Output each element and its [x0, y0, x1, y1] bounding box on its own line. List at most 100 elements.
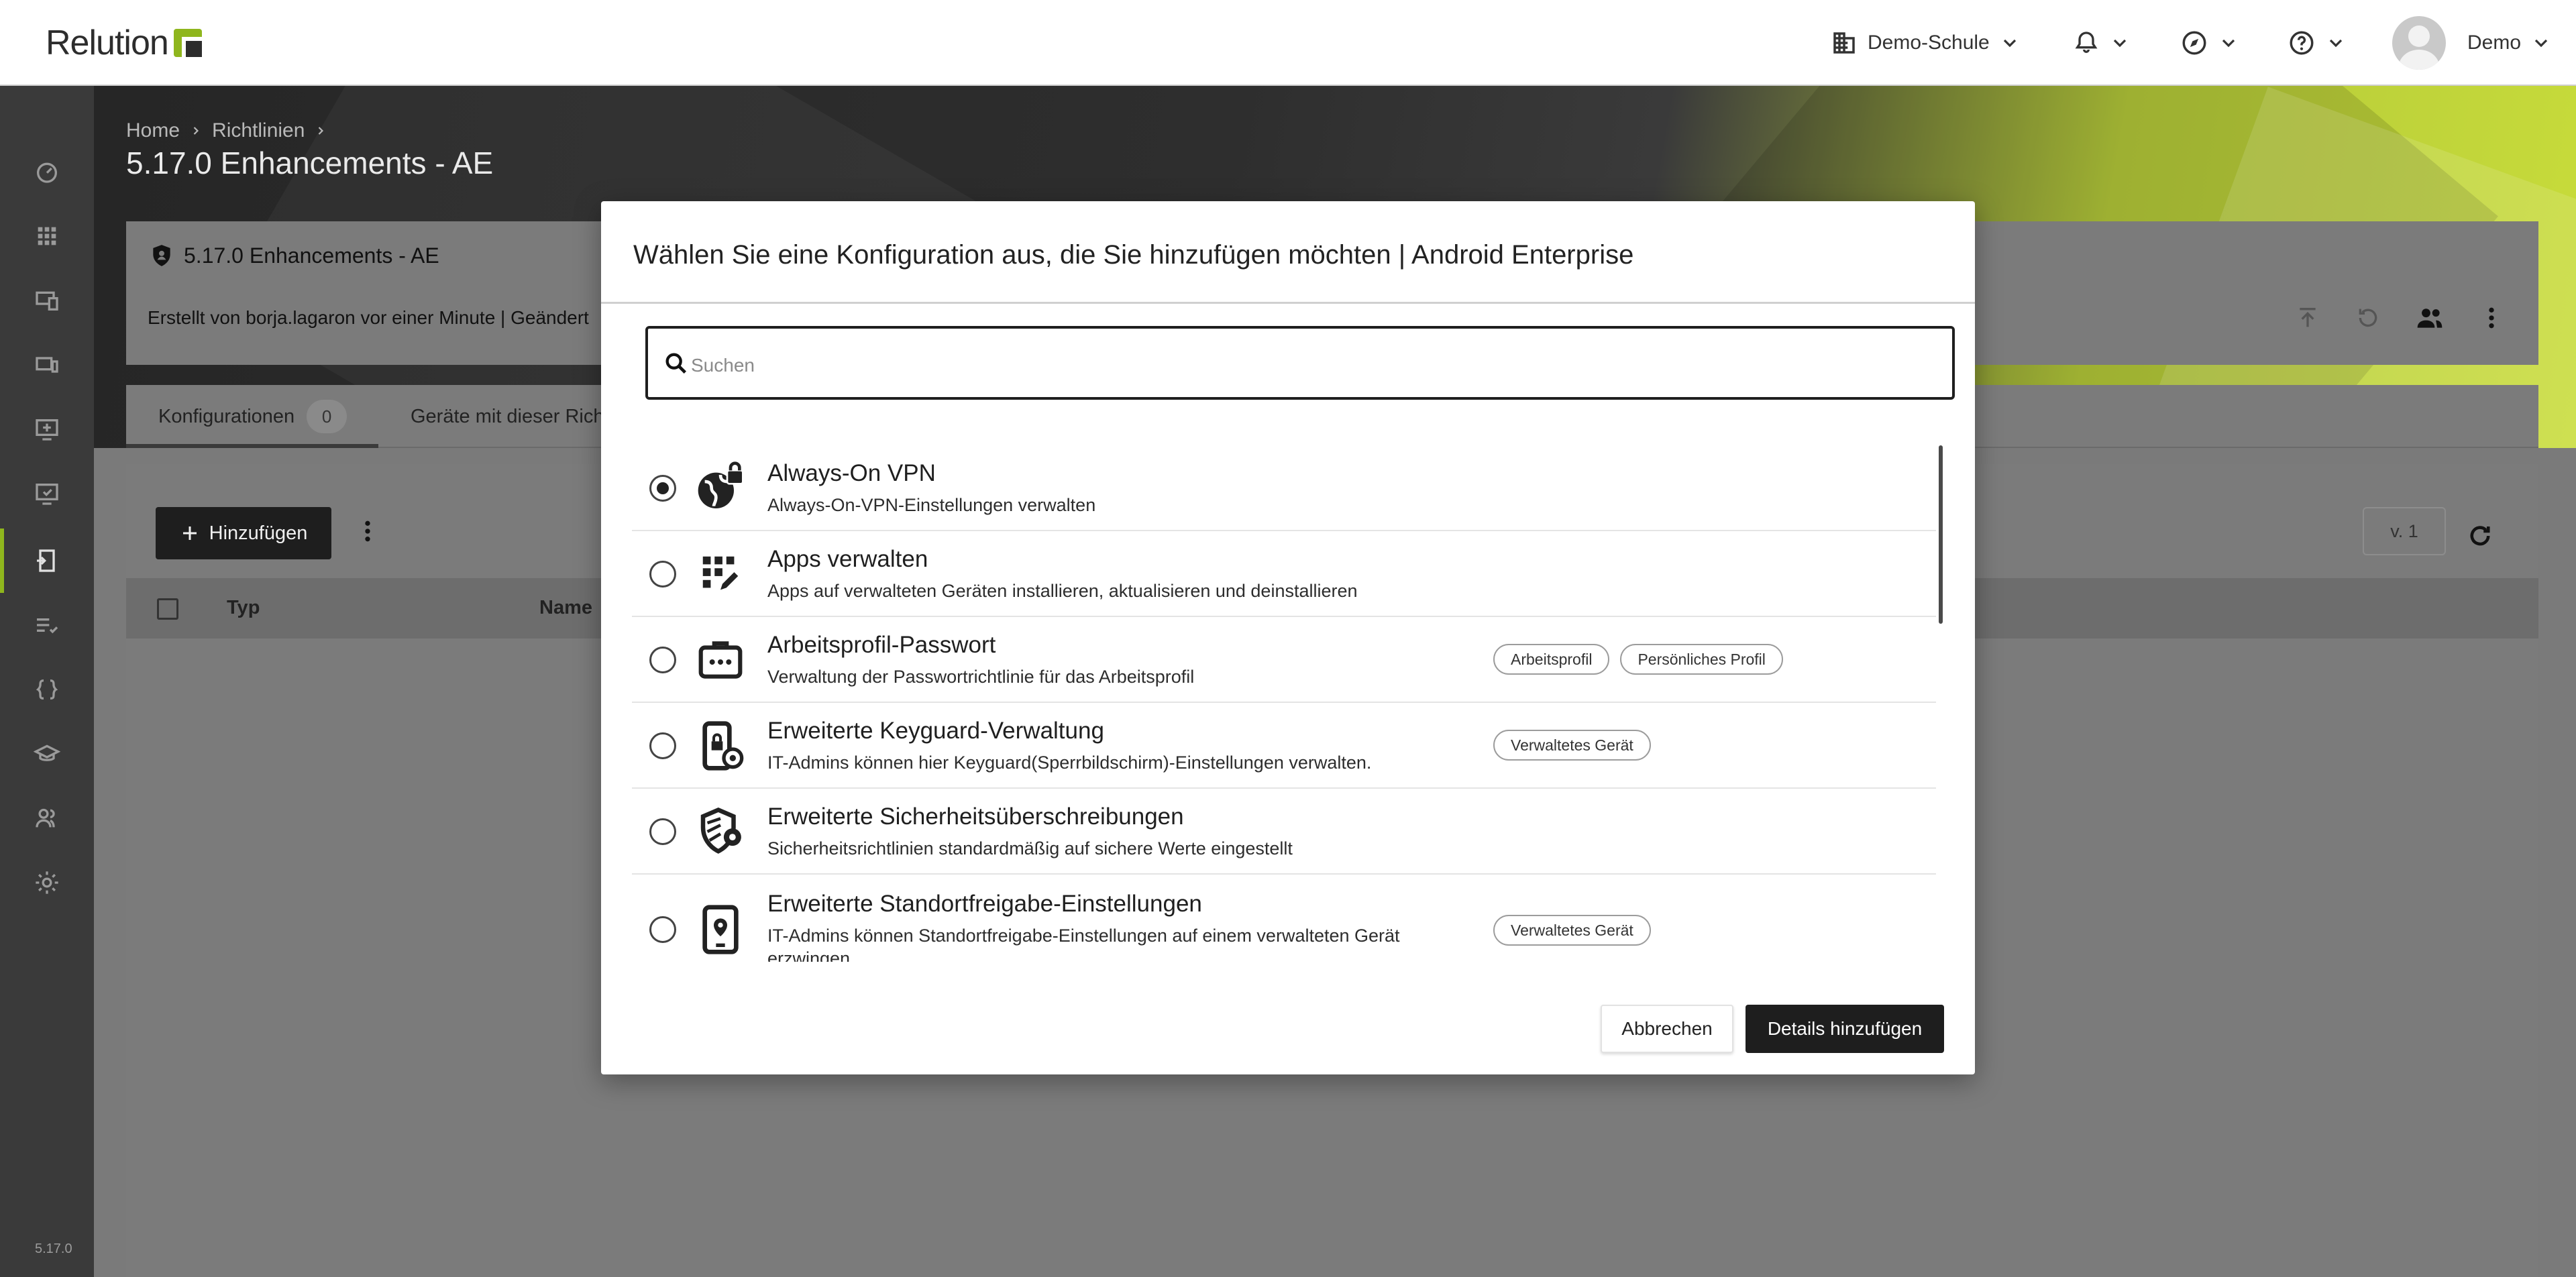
sidebar-active-indicator [0, 529, 4, 593]
publish-icon[interactable] [2294, 304, 2321, 331]
logo-text: Relution [46, 23, 169, 62]
speedometer-icon [37, 162, 57, 183]
sidebar-item-actions[interactable] [31, 478, 63, 510]
column-name[interactable]: Name [539, 597, 592, 619]
item-description: Apps auf verwalteten Geräten installiere… [767, 581, 1358, 601]
braces-icon [36, 679, 58, 700]
list-scrollbar[interactable] [1939, 445, 1943, 624]
chevron-down-icon [2329, 39, 2343, 48]
item-tags: Verwaltetes Gerät [1493, 730, 1651, 761]
breadcrumb-home[interactable]: Home [126, 119, 180, 142]
tag-personal-profile: Persönliches Profil [1620, 644, 1783, 675]
item-description: Always-On-VPN-Einstellungen verwalten [767, 495, 1096, 515]
more-vertical-icon[interactable] [354, 518, 381, 545]
list-item[interactable]: Arbeitsprofil-Passwort Verwaltung der Pa… [632, 617, 1936, 703]
grid-icon [38, 227, 56, 245]
tab-configurations[interactable]: Konfigurationen 0 [158, 385, 347, 448]
list-item[interactable]: Erweiterte Sicherheitsüberschreibungen S… [632, 789, 1936, 875]
compass-icon [2182, 31, 2206, 55]
add-configuration-dialog: Wählen Sie eine Konfiguration aus, die S… [601, 201, 1975, 1074]
bell-icon [2075, 32, 2098, 53]
item-title: Arbeitsprofil-Passwort [767, 632, 996, 658]
help-menu[interactable] [2288, 24, 2347, 62]
tab-devices-label: Geräte mit dieser Richt [411, 405, 610, 427]
search-box [645, 326, 1955, 400]
organization-name: Demo-Schule [1868, 32, 1990, 54]
add-configuration-label: Hinzufügen [209, 522, 308, 544]
radio-unselected[interactable] [649, 561, 676, 588]
radio-selected[interactable] [649, 475, 676, 502]
globe-lock-icon [694, 461, 747, 515]
column-type[interactable]: Typ [227, 597, 260, 619]
add-configuration-button[interactable]: Hinzufügen [156, 507, 331, 559]
list-item[interactable]: Erweiterte Keyguard-Verwaltung IT-Admins… [632, 703, 1936, 789]
item-title: Erweiterte Keyguard-Verwaltung [767, 718, 1104, 744]
search-input[interactable] [691, 349, 1898, 382]
version-selector[interactable]: v. 1 [2363, 507, 2446, 555]
notifications-menu[interactable] [2073, 24, 2131, 62]
policy-name: 5.17.0 Enhancements - AE [149, 243, 439, 268]
device-group-icon [36, 357, 58, 373]
list-item[interactable]: Erweiterte Standortfreigabe-Einstellunge… [632, 875, 1936, 962]
item-title: Erweiterte Standortfreigabe-Einstellunge… [767, 891, 1202, 917]
item-description: Sicherheitsrichtlinien standardmäßig auf… [767, 838, 1293, 858]
sidebar-item-enrollment[interactable] [31, 413, 63, 445]
radio-unselected[interactable] [649, 916, 676, 943]
sidebar-item-devices[interactable] [31, 284, 63, 317]
sidebar-item-education[interactable] [31, 738, 63, 770]
chevron-down-icon [2222, 39, 2235, 48]
tab-devices[interactable]: Geräte mit dieser Richt [411, 385, 610, 448]
add-details-button[interactable]: Details hinzufügen [1746, 1005, 1944, 1053]
policy-meta: Erstellt von borja.lagaron vor einer Min… [148, 307, 589, 328]
sidebar-item-scripts[interactable] [31, 673, 63, 706]
assign-users-icon[interactable] [2415, 303, 2445, 333]
users-icon [36, 808, 55, 828]
revert-icon[interactable] [2355, 304, 2381, 331]
list-item[interactable]: Apps verwalten Apps auf verwalteten Gerä… [632, 531, 1936, 617]
top-bar: Relution Demo-Schule Demo [0, 0, 2576, 86]
item-title: Apps verwalten [767, 546, 928, 572]
tag-work-profile: Arbeitsprofil [1493, 644, 1610, 675]
configuration-list: Always-On VPN Always-On-VPN-Einstellunge… [632, 445, 1936, 962]
select-all-checkbox[interactable] [157, 598, 178, 620]
item-tags: Verwaltetes Gerät [1493, 915, 1651, 946]
chevron-down-icon [2113, 39, 2127, 48]
more-vertical-icon[interactable] [2478, 304, 2505, 331]
sidebar-item-compliance[interactable] [31, 609, 63, 641]
radio-unselected[interactable] [649, 732, 676, 759]
gear-icon [36, 871, 58, 894]
relution-logo[interactable]: Relution [46, 21, 202, 64]
shield-icon [153, 245, 170, 266]
policy-actions [2294, 303, 2505, 333]
radio-unselected[interactable] [649, 647, 676, 673]
app-version: 5.17.0 [35, 1241, 72, 1256]
sidebar-item-device-groups[interactable] [31, 349, 63, 381]
organization-switcher[interactable]: Demo-Schule [1830, 24, 2021, 62]
dialog-divider [601, 302, 1975, 304]
sidebar-item-apps[interactable] [31, 220, 63, 252]
monitor-add-icon [36, 419, 58, 441]
refresh-icon[interactable] [2466, 522, 2494, 550]
sidebar-item-dashboard[interactable] [31, 156, 63, 188]
chevron-down-icon [2534, 39, 2548, 48]
devices-icon [36, 291, 58, 311]
item-description: IT-Admins können hier Keyguard(Sperrbild… [767, 753, 1372, 773]
building-icon [1833, 32, 1855, 54]
sidebar-item-settings[interactable] [31, 867, 63, 899]
list-item[interactable]: Always-On VPN Always-On-VPN-Einstellunge… [632, 445, 1936, 531]
sidebar: 5.17.0 [0, 86, 94, 1277]
sidebar-item-policies[interactable] [31, 545, 63, 577]
chevron-right-icon [319, 127, 324, 135]
item-description: Verwaltung der Passwortrichtlinie für da… [767, 667, 1195, 687]
tag-managed-device: Verwaltetes Gerät [1493, 915, 1651, 946]
radio-unselected[interactable] [649, 818, 676, 845]
breadcrumb-policies[interactable]: Richtlinien [212, 119, 305, 142]
cancel-button[interactable]: Abbrechen [1601, 1005, 1733, 1053]
graduation-cap-icon [34, 744, 60, 761]
sidebar-item-users[interactable] [31, 802, 63, 834]
user-name: Demo [2467, 32, 2522, 54]
breadcrumb: Home Richtlinien [126, 119, 327, 142]
explore-menu[interactable] [2180, 24, 2239, 62]
page-title: 5.17.0 Enhancements - AE [126, 146, 494, 180]
user-menu[interactable]: Demo [2392, 16, 2552, 70]
